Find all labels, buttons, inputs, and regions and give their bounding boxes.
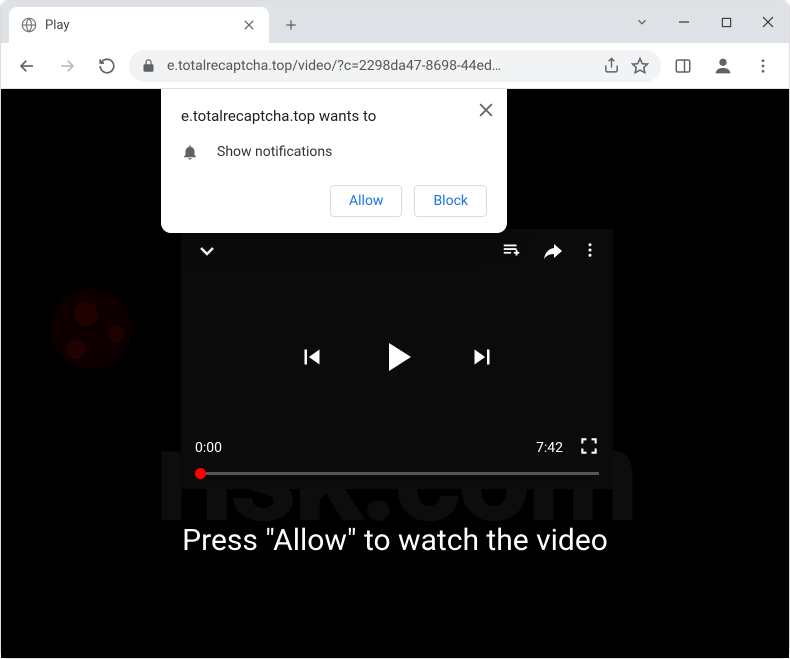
progress-bar[interactable]	[195, 472, 599, 475]
instruction-text: Press "Allow" to watch the video	[1, 523, 789, 558]
chevron-down-icon[interactable]	[195, 239, 217, 261]
new-tab-button[interactable]	[277, 11, 305, 39]
globe-icon	[21, 17, 37, 33]
bell-icon	[181, 143, 199, 161]
playlist-add-icon[interactable]	[501, 239, 523, 261]
fullscreen-icon[interactable]	[579, 436, 599, 460]
more-vertical-icon[interactable]	[581, 241, 599, 259]
block-button[interactable]: Block	[414, 185, 487, 217]
bookmark-star-icon[interactable]	[631, 57, 649, 75]
notification-permission-popup: e.totalrecaptcha.top wants to Show notif…	[161, 89, 507, 233]
toolbar: e.totalrecaptcha.top/video/?c=2298da47-8…	[1, 43, 789, 89]
side-panel-icon[interactable]	[665, 48, 701, 84]
address-bar[interactable]: e.totalrecaptcha.top/video/?c=2298da47-8…	[129, 50, 661, 82]
window-dropdown-icon[interactable]	[621, 1, 663, 43]
tab-title: Play	[45, 18, 233, 33]
duration-time: 7:42	[536, 440, 563, 456]
browser-tab[interactable]: Play	[9, 7, 269, 43]
skip-next-icon[interactable]	[467, 342, 497, 376]
permission-label: Show notifications	[217, 144, 332, 160]
profile-avatar-icon[interactable]	[705, 48, 741, 84]
minimize-button[interactable]	[663, 1, 705, 43]
tab-close-icon[interactable]	[241, 17, 257, 33]
back-button[interactable]	[9, 48, 45, 84]
lock-icon[interactable]	[141, 58, 157, 74]
share-icon[interactable]	[603, 57, 621, 75]
watermark-graphic	[31, 259, 191, 423]
popup-title: e.totalrecaptcha.top wants to	[181, 107, 487, 125]
share-arrow-icon[interactable]	[541, 239, 563, 261]
menu-kebab-icon[interactable]	[745, 48, 781, 84]
close-window-button[interactable]	[747, 1, 789, 43]
tab-bar: Play	[1, 1, 589, 43]
url-text: e.totalrecaptcha.top/video/?c=2298da47-8…	[167, 58, 593, 74]
maximize-button[interactable]	[705, 1, 747, 43]
forward-button	[49, 48, 85, 84]
page-content: pc risk.com	[1, 89, 789, 658]
skip-previous-icon[interactable]	[297, 342, 327, 376]
permission-row: Show notifications	[181, 143, 487, 161]
allow-button[interactable]: Allow	[330, 185, 402, 217]
play-icon[interactable]	[373, 333, 421, 385]
reload-button[interactable]	[89, 48, 125, 84]
popup-close-icon[interactable]	[475, 99, 497, 121]
current-time: 0:00	[195, 440, 222, 456]
video-player: 0:00 7:42	[181, 229, 613, 489]
progress-knob[interactable]	[195, 468, 206, 479]
